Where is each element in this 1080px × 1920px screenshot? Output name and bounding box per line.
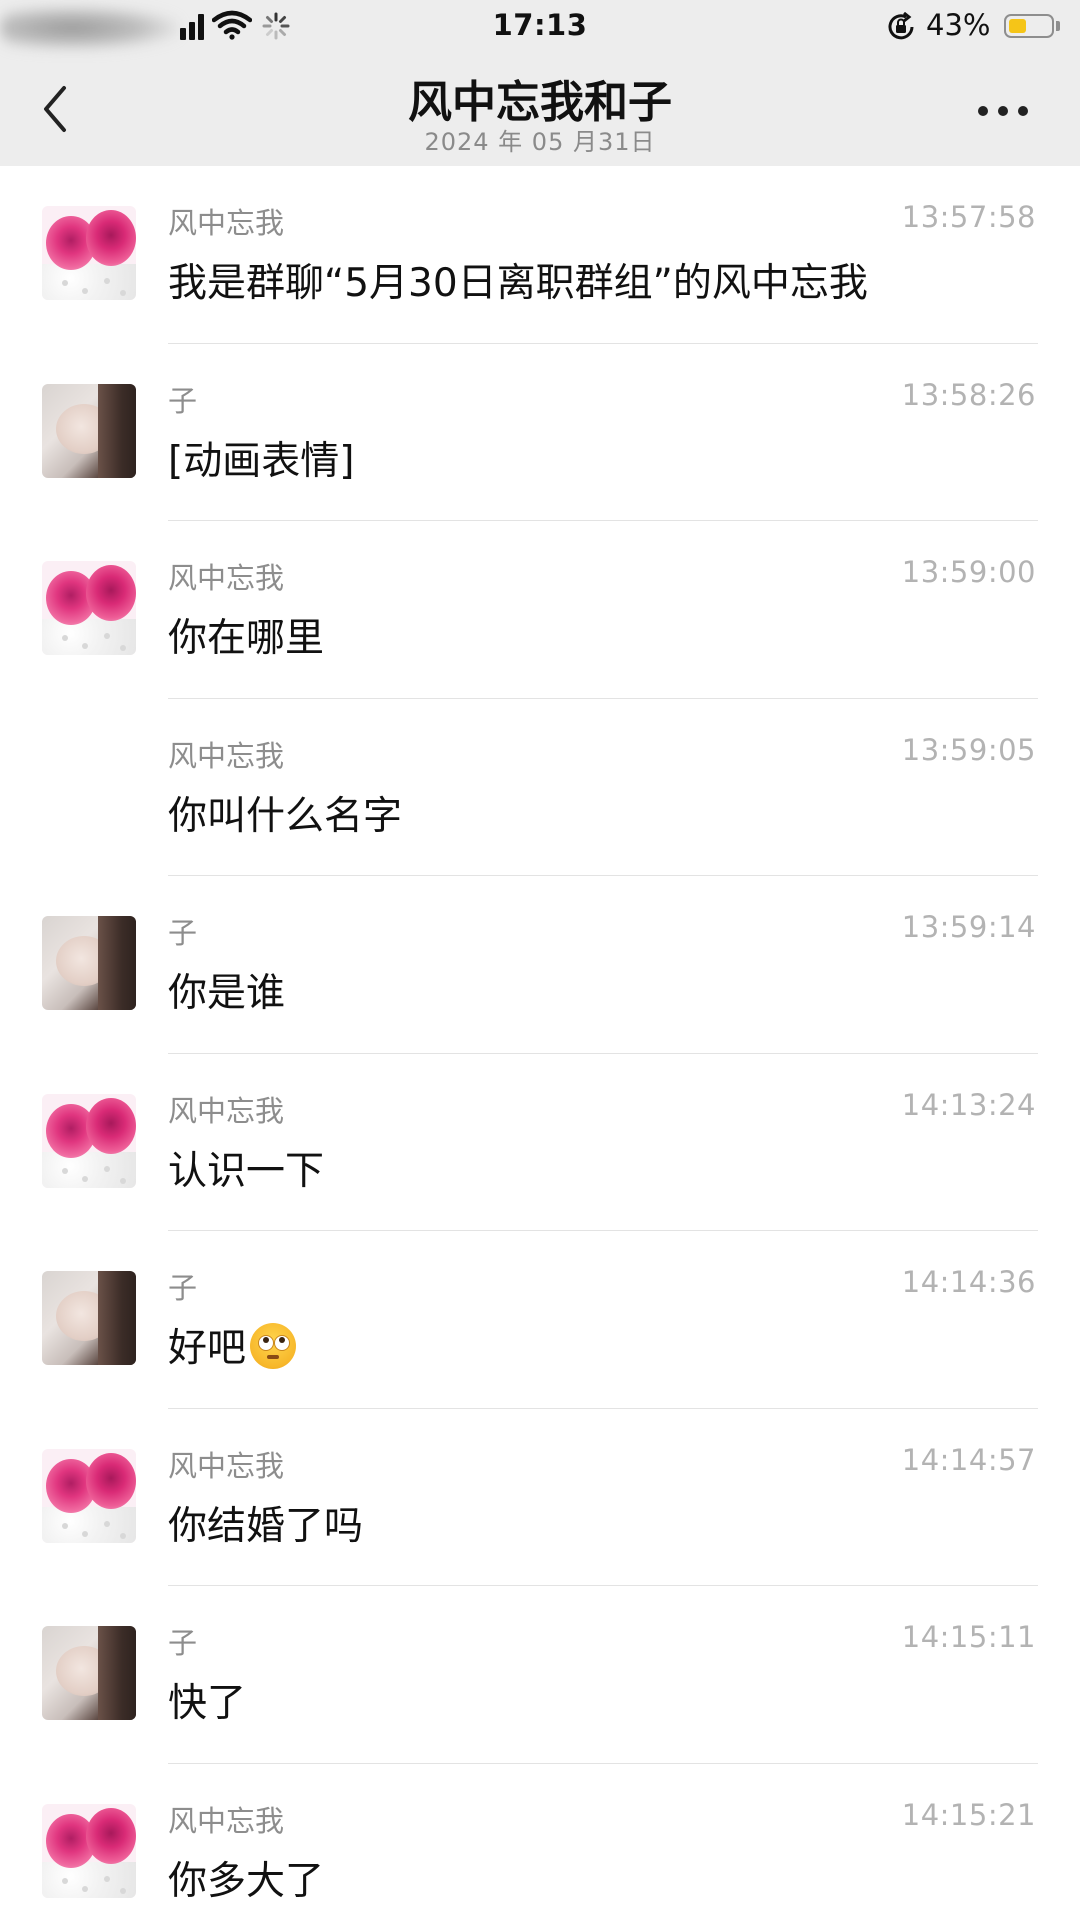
message-row[interactable]: 风中忘我 14:13:24 认识一下 <box>0 1054 1080 1231</box>
message-text: 我是群聊“5月30日离职群组”的风中忘我 <box>168 252 868 308</box>
message-time: 13:59:14 <box>901 910 1036 944</box>
avatar[interactable] <box>42 1271 136 1365</box>
sender-name: 子 <box>168 1271 198 1305</box>
message-row[interactable]: 子 14:15:11 快了 <box>0 1586 1080 1764</box>
message-time: 14:15:21 <box>901 1797 1036 1832</box>
sender-name: 风中忘我 <box>168 738 285 773</box>
message-row[interactable]: 子 13:58:26 [动画表情] <box>0 344 1080 521</box>
sender-name: 子 <box>168 383 198 418</box>
message-text: 快了 <box>168 1672 246 1728</box>
avatar[interactable] <box>42 916 136 1010</box>
message-row[interactable]: 风中忘我 13:59:00 你在哪里 <box>0 521 1080 699</box>
message-time: 14:14:36 <box>901 1265 1036 1299</box>
sender-name: 风中忘我 <box>168 1803 285 1838</box>
avatar[interactable] <box>42 383 136 478</box>
message-text: 认识一下 <box>168 1140 324 1196</box>
message-text-content: 认识一下 <box>168 1148 325 1194</box>
message-time: 14:14:57 <box>901 1442 1036 1477</box>
message-row[interactable]: 风中忘我 13:59:05 你叫什么名字 <box>0 699 1080 876</box>
message-row[interactable]: 风中忘我 14:15:21 你多大了 <box>0 1764 1080 1920</box>
message-time: 13:59:05 <box>901 732 1036 767</box>
message-text-content: 好吧 <box>168 1326 247 1371</box>
message-text-content: 你多大了 <box>168 1858 325 1904</box>
avatar[interactable] <box>42 1803 136 1898</box>
message-text: 你结婚了吗 <box>168 1495 363 1551</box>
sender-name: 子 <box>168 916 198 950</box>
rotation-lock-icon <box>888 12 914 40</box>
message-text: 你多大了 <box>168 1850 324 1906</box>
message-text: 你在哪里 <box>168 607 324 663</box>
message-time: 14:15:11 <box>901 1620 1036 1654</box>
status-time: 17:13 <box>492 8 588 42</box>
avatar[interactable] <box>42 561 136 655</box>
message-text: 好吧 <box>168 1317 297 1373</box>
ellipsis-icon[interactable] <box>978 98 1034 122</box>
message-row[interactable]: 子 14:14:36 好吧 <box>0 1231 1080 1409</box>
message-text-content: 快了 <box>168 1681 247 1726</box>
message-time: 14:13:24 <box>901 1087 1036 1122</box>
message-text-content: 你是谁 <box>168 971 286 1016</box>
sender-name: 子 <box>168 1626 198 1660</box>
header: 17:13 43% 风中忘我和子 2024 年 05 月31日 <box>0 0 1080 166</box>
message-text: 你是谁 <box>168 962 285 1018</box>
message-text-content: 你叫什么名字 <box>168 793 403 839</box>
message-text: [动画表情] <box>168 430 354 486</box>
status-bar: 17:13 43% <box>0 0 1080 54</box>
battery-icon <box>1004 14 1054 38</box>
avatar[interactable] <box>42 206 136 300</box>
message-time: 13:59:00 <box>901 555 1036 589</box>
message-row[interactable]: 风中忘我 13:57:58 我是群聊“5月30日离职群组”的风中忘我 <box>0 166 1080 344</box>
message-text-content: 你结婚了吗 <box>168 1503 364 1549</box>
avatar[interactable] <box>42 1448 136 1543</box>
message-text-content: 你在哪里 <box>168 616 325 661</box>
message-text-content: [动画表情] <box>168 438 355 484</box>
message-list: 风中忘我 13:57:58 我是群聊“5月30日离职群组”的风中忘我 子 13:… <box>0 166 1080 1920</box>
battery-percent: 43% <box>926 8 991 42</box>
sender-name: 风中忘我 <box>168 1093 285 1128</box>
message-row[interactable]: 风中忘我 14:14:57 你结婚了吗 <box>0 1409 1080 1586</box>
battery-cap <box>1056 21 1060 31</box>
message-text-content: 我是群聊“5月30日离职群组”的风中忘我 <box>168 261 868 306</box>
avatar[interactable] <box>42 1626 136 1720</box>
sender-name: 风中忘我 <box>168 206 285 240</box>
nav-bar: 风中忘我和子 2024 年 05 月31日 <box>0 54 1080 166</box>
avatar[interactable] <box>42 1093 136 1188</box>
message-time: 13:57:58 <box>901 200 1036 234</box>
chat-history-page: 17:13 43% 风中忘我和子 2024 年 05 月31日 风中忘我 13:… <box>0 0 1080 1920</box>
message-row[interactable]: 子 13:59:14 你是谁 <box>0 876 1080 1054</box>
page-subtitle: 2024 年 05 月31日 <box>424 128 656 156</box>
message-text: 你叫什么名字 <box>168 785 402 841</box>
page-title: 风中忘我和子 <box>408 77 672 128</box>
message-time: 13:58:26 <box>901 377 1036 412</box>
sender-name: 风中忘我 <box>168 1448 285 1483</box>
sender-name: 风中忘我 <box>168 561 285 595</box>
face-with-rolling-eyes-icon <box>250 1323 297 1369</box>
